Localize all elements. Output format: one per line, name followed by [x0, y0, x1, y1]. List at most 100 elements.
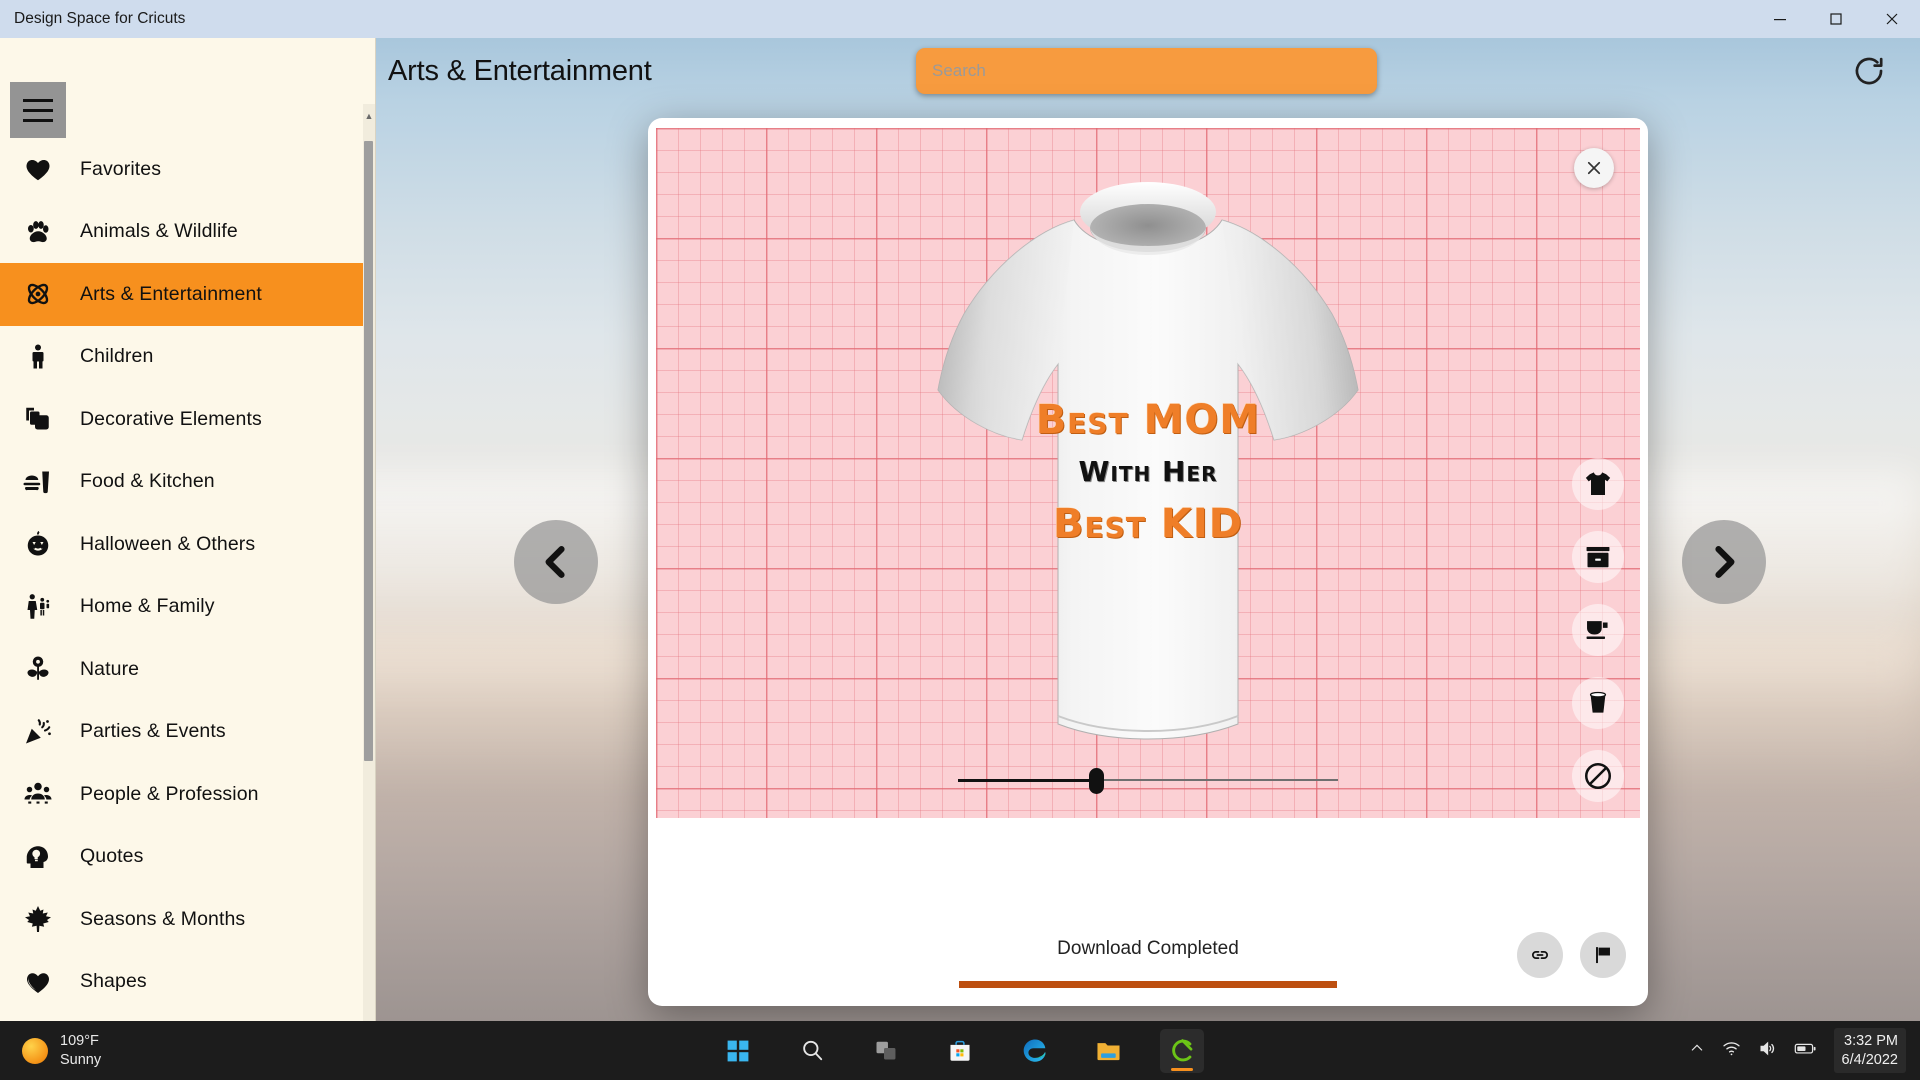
design-line-1: Best MOM	[1035, 397, 1261, 443]
flower-icon	[18, 649, 58, 689]
sidebar-item-label: Seasons & Months	[80, 907, 246, 930]
sidebar-item-label: Favorites	[80, 157, 162, 180]
microsoft-store-button[interactable]	[938, 1029, 982, 1073]
mockup-tshirt-button[interactable]	[1572, 458, 1624, 510]
taskbar-weather-widget[interactable]: 109°F Sunny	[0, 1032, 101, 1069]
close-window-button[interactable]	[1864, 0, 1920, 38]
design-preview-modal: Best MOM With Her Best KID Download Comp…	[648, 118, 1648, 1006]
sidebar-scrollbar-thumb[interactable]	[364, 141, 373, 761]
search-icon	[802, 1040, 822, 1061]
scroll-up-icon[interactable]: ▲	[363, 106, 375, 126]
atom-icon	[18, 274, 58, 314]
sidebar-item-food-kitchen[interactable]: Food & Kitchen	[0, 451, 375, 514]
taskbar-search-button[interactable]	[790, 1029, 834, 1073]
sidebar-item-decorative-elements[interactable]: Decorative Elements	[0, 388, 375, 451]
pumpkin-icon	[18, 524, 58, 564]
sidebar-item-seasons-months[interactable]: Seasons & Months	[0, 888, 375, 951]
no-entry-icon	[1585, 763, 1611, 789]
battery-button[interactable]	[1794, 1039, 1817, 1063]
sidebar-item-nature[interactable]: Nature	[0, 638, 375, 701]
sidebar-item-favorites[interactable]: Favorites	[0, 138, 375, 201]
sidebar-item-parties-events[interactable]: Parties & Events	[0, 701, 375, 764]
clock-time: 3:32 PM	[1844, 1032, 1898, 1049]
file-explorer-button[interactable]	[1086, 1029, 1130, 1073]
copy-link-button[interactable]	[1517, 932, 1563, 978]
sidebar-item-home-family[interactable]: Home & Family	[0, 576, 375, 639]
refresh-icon[interactable]	[1846, 48, 1892, 94]
sidebar-item-halloween-others[interactable]: Halloween & Others	[0, 513, 375, 576]
modal-corner-actions	[1517, 932, 1626, 978]
design-line-2: With Her	[1078, 455, 1218, 488]
people-icon	[18, 774, 58, 814]
edge-icon	[1023, 1039, 1045, 1062]
folder-icon	[1096, 1043, 1120, 1061]
sidebar-item-label: Animals & Wildlife	[80, 220, 238, 243]
carousel-next-button[interactable]	[1682, 520, 1766, 604]
mockup-none-button[interactable]	[1572, 750, 1624, 802]
sidebar-item-sports-education[interactable]: Sports & Education	[0, 1013, 375, 1021]
heart-outline-icon	[27, 973, 49, 993]
tshirt-icon	[1585, 472, 1611, 495]
start-button[interactable]	[716, 1029, 760, 1073]
page-title: Arts & Entertainment	[388, 55, 652, 87]
sidebar-item-children[interactable]: Children	[0, 326, 375, 389]
tshirt-design-text: Best MOM With Her Best KID	[998, 400, 1298, 544]
maximize-button[interactable]	[1808, 0, 1864, 38]
sidebar-item-label: Home & Family	[80, 595, 215, 618]
sidebar-item-label: Food & Kitchen	[80, 470, 215, 493]
task-view-button[interactable]	[864, 1029, 908, 1073]
heart-icon	[18, 149, 58, 189]
bag-icon	[1586, 546, 1610, 568]
hamburger-bar	[23, 98, 53, 102]
taskbar-system-tray: 3:32 PM 6/4/2022	[1689, 1027, 1920, 1074]
hamburger-menu-icon[interactable]	[10, 82, 66, 138]
mockup-bag-button[interactable]	[1572, 531, 1624, 583]
zoom-slider-thumb[interactable]	[1089, 768, 1104, 794]
carousel-prev-button[interactable]	[514, 520, 598, 604]
microsoft-edge-button[interactable]	[1012, 1029, 1056, 1073]
sidebar-item-label: Parties & Events	[80, 720, 226, 743]
tshirt-mockup: Best MOM With Her Best KID	[898, 168, 1398, 778]
flag-icon	[1596, 947, 1610, 964]
sidebar-scrollbar[interactable]	[363, 104, 375, 1021]
layers-icon	[26, 408, 49, 430]
network-button[interactable]	[1722, 1039, 1741, 1063]
task-view-icon	[876, 1041, 895, 1060]
design-space-cricut-button[interactable]	[1160, 1028, 1204, 1073]
chevron-up-icon	[1691, 1044, 1702, 1051]
layers-icon	[18, 399, 58, 439]
sidebar-item-shapes[interactable]: Shapes	[0, 951, 375, 1014]
hamburger-bar	[23, 108, 53, 112]
design-preview-canvas[interactable]: Best MOM With Her Best KID	[656, 128, 1640, 818]
heart-icon	[26, 160, 50, 181]
maple-leaf-icon	[18, 899, 58, 939]
zoom-slider[interactable]	[958, 768, 1338, 794]
search-input[interactable]	[916, 48, 1377, 94]
flower-icon	[27, 656, 49, 680]
sidebar-item-label: People & Profession	[80, 782, 259, 805]
weather-condition: Sunny	[60, 1051, 102, 1068]
minimize-button[interactable]	[1752, 0, 1808, 38]
sidebar-item-arts-entertainment[interactable]: Arts & Entertainment	[0, 263, 375, 326]
download-progress-bar	[959, 981, 1337, 988]
sidebar-item-animals-wildlife[interactable]: Animals & Wildlife	[0, 201, 375, 264]
atom-icon	[27, 284, 49, 305]
child-icon	[32, 344, 44, 369]
paw-icon	[18, 212, 58, 252]
report-button[interactable]	[1580, 932, 1626, 978]
sidebar-item-label: Arts & Entertainment	[80, 282, 262, 305]
sidebar-item-people-profession[interactable]: People & Profession	[0, 763, 375, 826]
close-modal-button[interactable]	[1574, 148, 1614, 188]
sidebar-item-quotes[interactable]: Quotes	[0, 826, 375, 889]
mockup-tumbler-button[interactable]	[1572, 677, 1624, 729]
close-icon	[1587, 161, 1601, 175]
wifi-icon	[1722, 1041, 1740, 1055]
taskbar-clock[interactable]: 3:32 PM 6/4/2022	[1833, 1027, 1906, 1074]
volume-button[interactable]	[1758, 1039, 1777, 1063]
show-hidden-icons-button[interactable]	[1689, 1040, 1705, 1061]
head-bulb-icon	[26, 846, 48, 868]
mockup-mug-button[interactable]	[1572, 604, 1624, 656]
sun-icon	[22, 1037, 48, 1064]
speaker-icon	[1760, 1041, 1774, 1055]
sidebar-nav-list: Favorites Animals & Wildlife Arts & Entert…	[0, 138, 375, 1021]
